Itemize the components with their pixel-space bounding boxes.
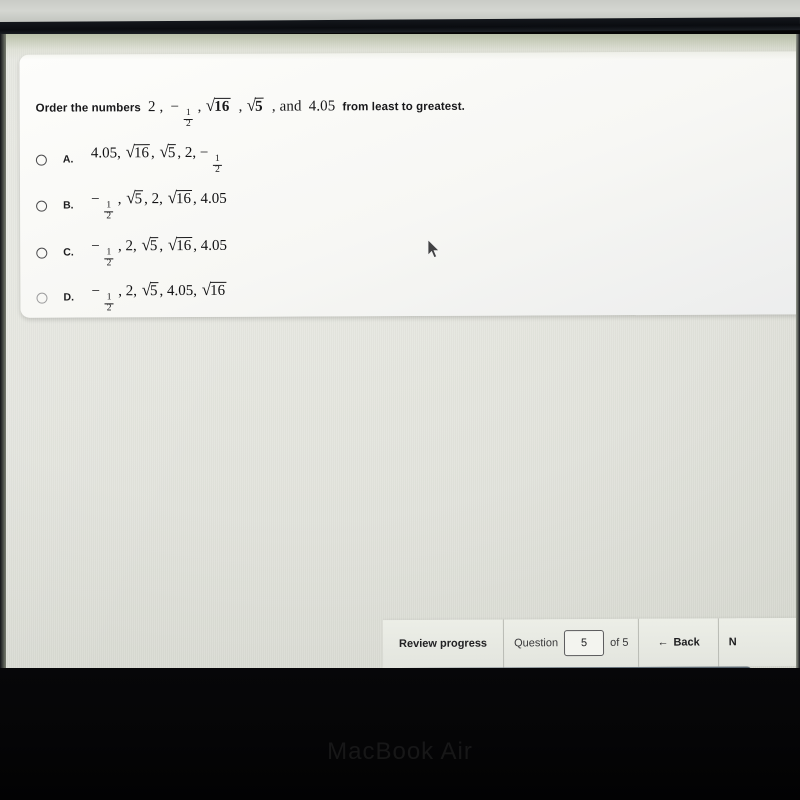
laptop-lower-body: MacBook Air [0, 668, 800, 800]
option-text-b: − 12 , √5, 2, √16, 4.05 [91, 188, 227, 223]
device-watermark: MacBook Air [327, 738, 473, 765]
option-letter-a: A. [62, 153, 74, 166]
prompt-number-sqrt16: √16 [205, 95, 231, 115]
radio-button-a[interactable] [35, 154, 47, 166]
prompt-number-405: 4.05 [304, 98, 340, 115]
option-text-a: 4.05, √16, √5, 2, − 12 [91, 142, 223, 176]
answer-option-c[interactable]: C. − 12 , 2, √5, √16, 4.05 [36, 235, 227, 270]
radio-button-b[interactable] [36, 200, 48, 212]
mouse-cursor [427, 239, 440, 259]
prompt-number-neg-half: − 12 , [166, 98, 202, 130]
option-letter-c: C. [63, 246, 74, 259]
question-number-input[interactable]: 5 [564, 629, 605, 657]
prompt-tail-text: from least to greatest. [342, 100, 466, 114]
back-button-label: Back [673, 636, 700, 649]
quiz-navigation-bar: Review progress Question 5 of 5 ← Back N [382, 617, 800, 668]
option-text-d: − 12 , 2, √5, 4.05, √16 [91, 280, 227, 315]
prompt-lead-text: Order the numbers [35, 102, 141, 115]
option-text-c: − 12 , 2, √5, √16, 4.05 [91, 235, 227, 270]
screen-right-edge [796, 34, 800, 668]
arrow-left-icon: ← [657, 636, 669, 649]
laptop-screen: Order the numbers 2 , − 12 , √16 , √5 , … [0, 34, 800, 668]
prompt-number-2: 2 , [144, 99, 164, 116]
prompt-comma-2: , and [268, 98, 302, 115]
question-label: Question [514, 637, 559, 650]
screen-left-edge [0, 34, 6, 668]
answer-option-a[interactable]: A. 4.05, √16, √5, 2, − 12 [35, 142, 223, 176]
option-letter-d: D. [63, 291, 75, 304]
prompt-comma-1: , [234, 98, 243, 115]
question-total-label: of 5 [610, 636, 629, 649]
laptop-screen-photo: Order the numbers 2 , − 12 , √16 , √5 , … [0, 0, 800, 800]
review-progress-button[interactable]: Review progress [382, 619, 505, 668]
question-prompt: Order the numbers 2 , − 12 , √16 , √5 , … [36, 95, 465, 131]
answer-option-d[interactable]: D. − 12 , 2, √5, 4.05, √16 [36, 280, 227, 315]
question-number-group: Question 5 of 5 [503, 618, 640, 668]
option-letter-b: B. [63, 199, 74, 212]
prompt-number-sqrt5: √5 [246, 95, 264, 115]
next-button[interactable]: N [719, 618, 747, 666]
radio-button-d[interactable] [36, 292, 48, 304]
radio-button-c[interactable] [36, 247, 48, 259]
back-button[interactable]: ← Back [639, 618, 719, 667]
answer-option-b[interactable]: B. − 12 , √5, 2, √16, 4.05 [36, 188, 227, 223]
question-card: Order the numbers 2 , − 12 , √16 , √5 , … [19, 51, 800, 318]
